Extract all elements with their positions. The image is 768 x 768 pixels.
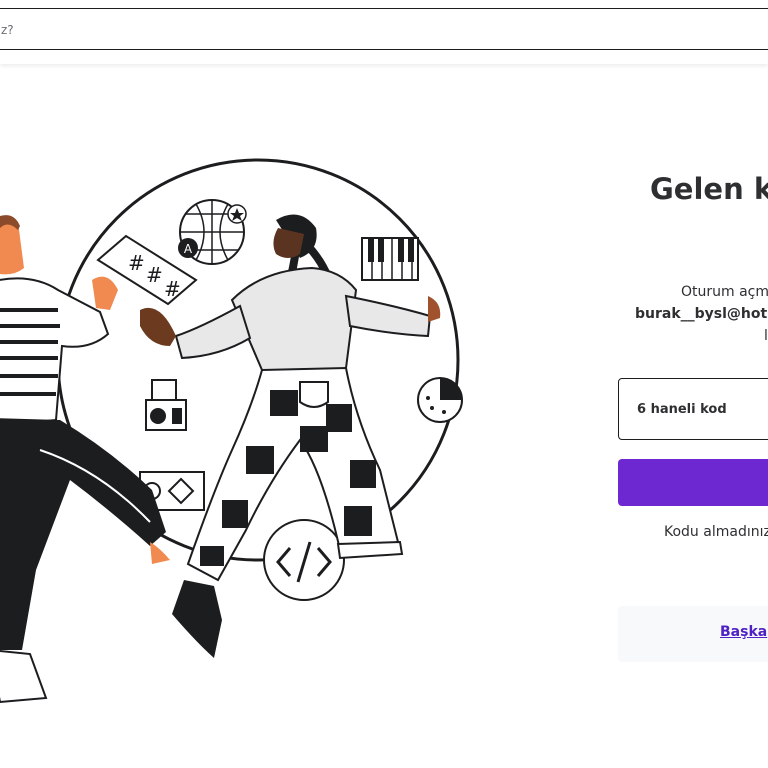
search-bar[interactable]: z? bbox=[0, 8, 768, 50]
other-option-link[interactable]: Başka bbox=[720, 624, 767, 640]
login-illustration: A # # # bbox=[0, 158, 463, 704]
search-text: z? bbox=[1, 23, 14, 37]
svg-text:#: # bbox=[128, 251, 145, 275]
globe-icon: A bbox=[178, 199, 247, 265]
code-field[interactable] bbox=[618, 378, 768, 440]
submit-button[interactable] bbox=[618, 459, 768, 506]
info-text-end: l bbox=[764, 328, 768, 344]
svg-text:#: # bbox=[164, 277, 181, 301]
code-input[interactable] bbox=[619, 379, 768, 439]
top-bar: z? bbox=[0, 0, 768, 64]
resend-text: Kodu almadınız bbox=[664, 524, 768, 540]
piano-icon bbox=[361, 237, 419, 281]
svg-text:A: A bbox=[184, 242, 193, 256]
svg-text:#: # bbox=[146, 263, 163, 287]
info-email: burak__bysl@hotr bbox=[635, 306, 768, 322]
page-title: Gelen ku bbox=[650, 172, 768, 206]
code-icon bbox=[263, 519, 345, 601]
ball-icon bbox=[417, 377, 463, 423]
info-text: Oturum açm bbox=[681, 284, 768, 300]
